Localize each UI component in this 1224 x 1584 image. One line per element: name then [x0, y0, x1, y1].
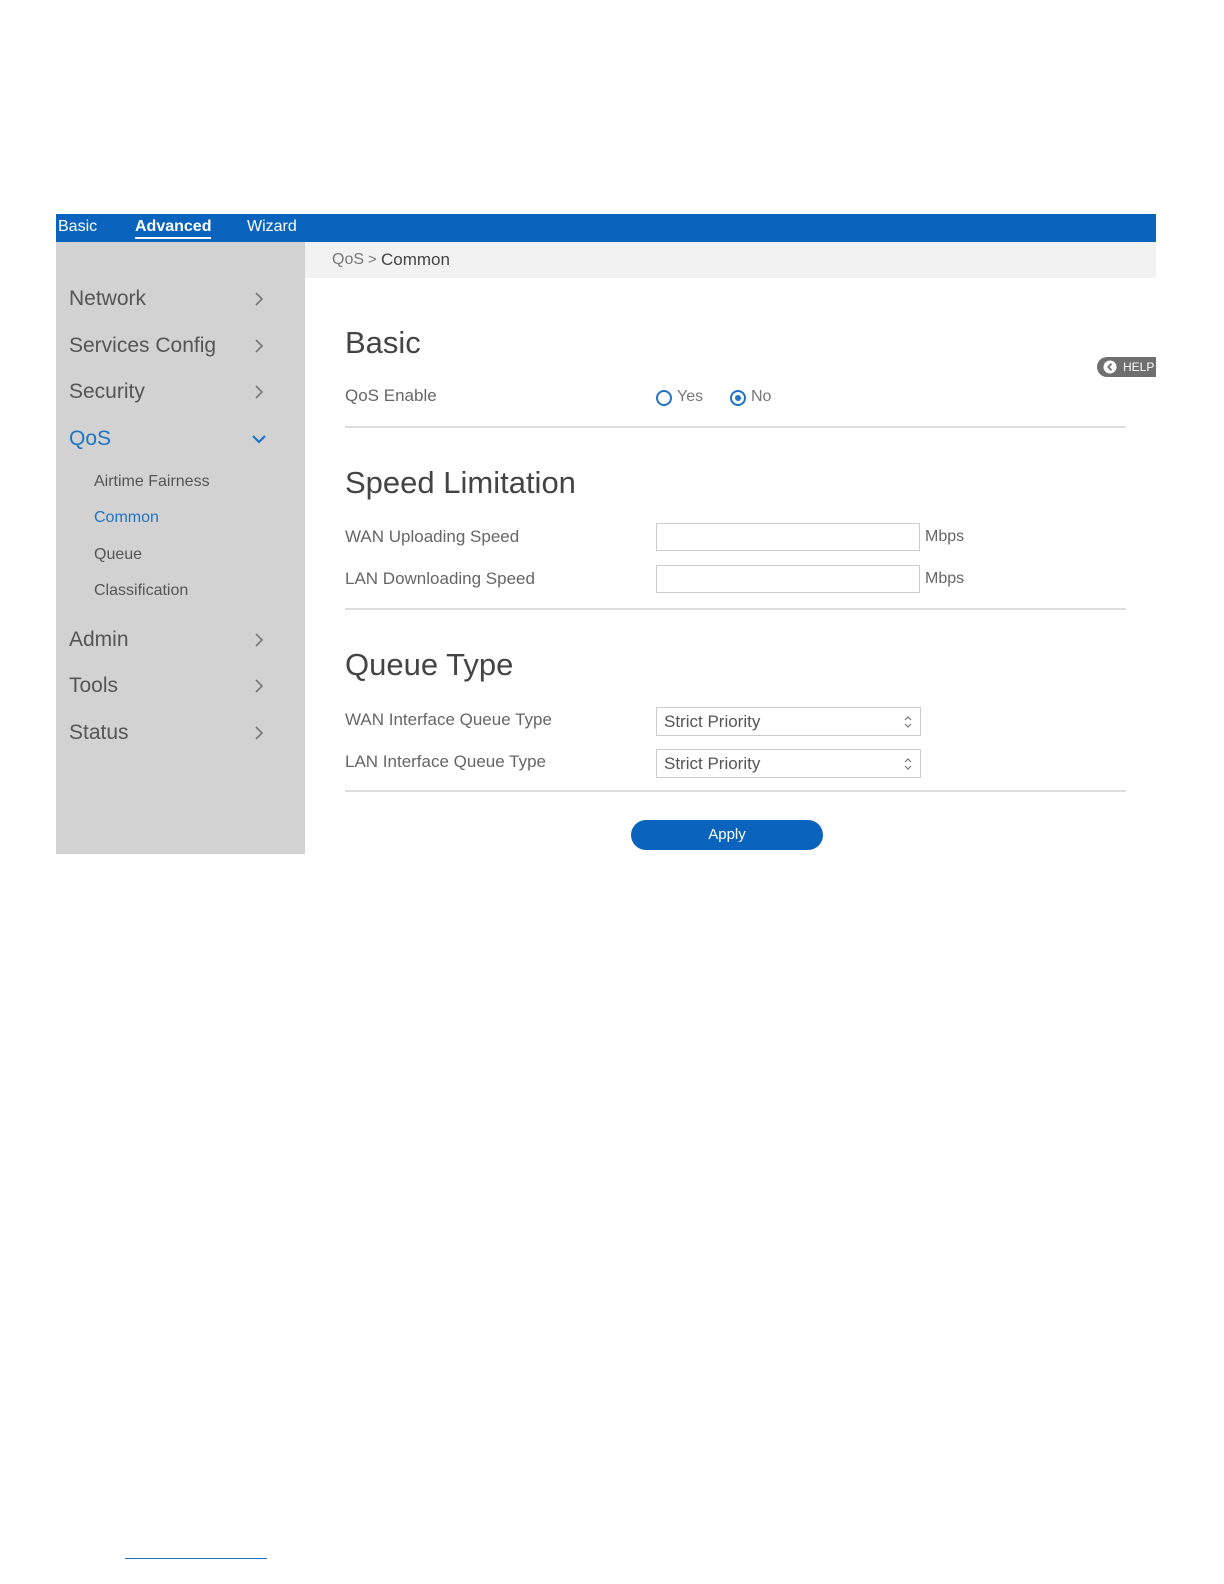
section-divider	[345, 426, 1126, 428]
section-title-basic: Basic	[345, 325, 421, 360]
lan-interface-queue-type-label: LAN Interface Queue Type	[345, 752, 546, 771]
chevron-right-icon	[255, 385, 264, 399]
topnav-basic[interactable]: Basic	[58, 218, 97, 236]
topnav-wizard[interactable]: Wizard	[247, 218, 297, 236]
section-title-queue-type: Queue Type	[345, 647, 514, 682]
sidebar-subitem-label: Classification	[94, 582, 189, 599]
breadcrumb-current: Common	[381, 250, 450, 269]
wan-uploading-speed-label: WAN Uploading Speed	[345, 527, 520, 546]
lan-downloading-speed-unit: Mbps	[925, 570, 965, 587]
radio-dot	[735, 395, 741, 401]
radio-label: No	[751, 388, 772, 405]
wan-interface-queue-type-label: WAN Interface Queue Type	[345, 710, 552, 729]
chevron-right-icon	[255, 726, 264, 740]
chevron-right-icon	[255, 292, 264, 306]
wan-uploading-speed-unit: Mbps	[925, 528, 965, 545]
breadcrumb-separator: >	[368, 251, 377, 268]
help-button[interactable]: HELP	[1097, 357, 1156, 377]
sidebar-item-security[interactable]: Security	[56, 374, 305, 410]
lan-downloading-speed-label: LAN Downloading Speed	[345, 569, 535, 588]
sidebar-item-status[interactable]: Status	[56, 715, 305, 751]
sidebar-subitem-label: Airtime Fairness	[94, 473, 210, 490]
sidebar-item-tools[interactable]: Tools	[56, 668, 305, 704]
sidebar-item-label: Network	[69, 287, 147, 310]
sidebar-subitem-label: Common	[94, 509, 159, 526]
help-label: HELP	[1123, 360, 1155, 374]
sidebar-item-label: QoS	[69, 427, 112, 450]
chevron-right-icon	[255, 633, 264, 647]
sidebar-item-services-config[interactable]: Services Config	[56, 328, 305, 364]
select-value: Strict Priority	[664, 712, 761, 731]
chevron-right-icon	[255, 679, 264, 693]
qos-enable-label: QoS Enable	[345, 386, 437, 405]
sidebar-item-label: Tools	[69, 674, 119, 697]
breadcrumb: QoS > Common	[305, 242, 1156, 278]
chevron-right-icon	[255, 339, 264, 353]
apply-button[interactable]: Apply	[631, 820, 823, 850]
sidebar-item-admin[interactable]: Admin	[56, 622, 305, 658]
section-divider	[345, 790, 1126, 792]
sidebar-subitem-label: Queue	[94, 546, 143, 563]
radio-label: Yes	[677, 388, 704, 405]
sidebar-item-label: Security	[69, 380, 145, 403]
footnote-separator	[125, 1558, 267, 1559]
wan-uploading-speed-input[interactable]	[656, 523, 920, 551]
lan-interface-queue-type-select[interactable]: Strict Priority	[656, 749, 921, 778]
sidebar-item-network[interactable]: Network	[56, 281, 305, 317]
sidebar-item-label: Status	[69, 721, 129, 744]
main-content: QoS > Common Basic QoS Enable Yes No Spe…	[305, 242, 1156, 854]
section-title-speed-limitation: Speed Limitation	[345, 465, 576, 500]
sidebar-item-label: Services Config	[69, 334, 217, 357]
breadcrumb-parent[interactable]: QoS	[332, 251, 364, 269]
lan-downloading-speed-input[interactable]	[656, 565, 920, 593]
router-admin-app: Basic Advanced Wizard Network Services C…	[56, 214, 1156, 854]
sidebar-subitem-common[interactable]: Common	[56, 504, 305, 532]
sidebar-subitem-classification[interactable]: Classification	[56, 577, 305, 605]
chevron-down-icon	[252, 435, 266, 444]
select-arrows-icon	[904, 758, 912, 770]
section-divider	[345, 608, 1126, 610]
radio-unchecked-icon	[656, 390, 672, 406]
select-value: Strict Priority	[664, 754, 761, 773]
wan-interface-queue-type-select[interactable]: Strict Priority	[656, 707, 921, 736]
topnav-advanced[interactable]: Advanced	[135, 218, 212, 239]
chevron-left-circle-icon	[1103, 360, 1117, 374]
sidebar-subitem-queue[interactable]: Queue	[56, 541, 305, 569]
sidebar: Network Services Config Security QoS Air…	[56, 242, 305, 854]
sidebar-item-qos[interactable]: QoS	[56, 421, 305, 457]
sidebar-item-label: Admin	[69, 628, 129, 651]
sidebar-subitem-airtime-fairness[interactable]: Airtime Fairness	[56, 468, 305, 496]
top-navigation-bar: Basic Advanced Wizard	[56, 214, 1156, 242]
select-arrows-icon	[904, 716, 912, 728]
radio-checked-icon	[730, 390, 746, 406]
